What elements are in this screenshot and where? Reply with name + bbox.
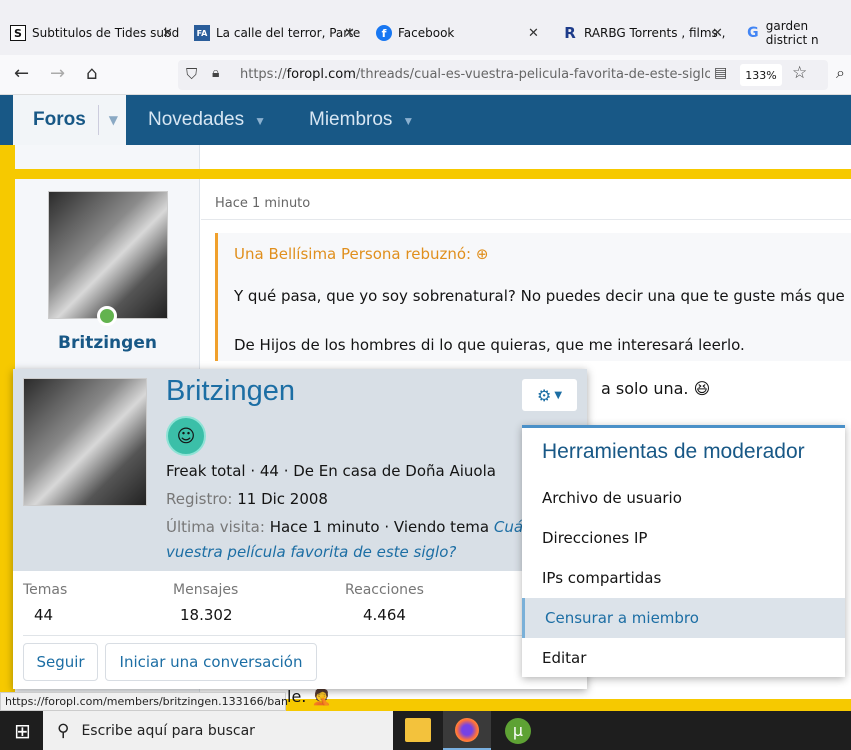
rank-badge-icon: ☺ xyxy=(166,416,206,456)
forum-nav: Foros ▼ Novedades ▼ Miembros ▼ xyxy=(0,95,851,145)
search-icon: ⚲ xyxy=(57,720,70,741)
nav-novedades[interactable]: Novedades ▼ xyxy=(148,109,266,131)
nav-label: Miembros xyxy=(309,109,393,130)
stat-value[interactable]: 18.302 xyxy=(180,606,233,624)
close-icon[interactable]: ✕ xyxy=(344,26,355,41)
member-registro: Registro: 11 Dic 2008 xyxy=(166,490,328,508)
laughing-emoji-icon: 😆 xyxy=(693,379,711,398)
close-icon[interactable]: ✕ xyxy=(712,26,723,41)
facebook-icon: f xyxy=(376,25,392,41)
subtitulos-icon: S xyxy=(10,25,26,41)
chevron-down-icon[interactable]: ▼ xyxy=(109,113,118,127)
shield-icon[interactable]: ⛉ xyxy=(186,65,197,83)
menu-item-censurar[interactable]: Censurar a miembro xyxy=(522,598,845,638)
caret-down-icon: ▼ xyxy=(554,389,563,401)
member-name[interactable]: Britzingen xyxy=(166,375,295,408)
lock-icon[interactable]: 🔒︎ xyxy=(212,65,219,81)
tab-calle-terror[interactable]: FA La calle del terror, Parte ✕ xyxy=(194,20,360,46)
post-time[interactable]: Hace 1 minuto xyxy=(215,196,310,211)
home-icon[interactable]: ⌂ xyxy=(86,63,97,84)
browser-toolbar: ← → ⌂ ⛉ 🔒︎ https://foropl.com/threads/cu… xyxy=(0,55,851,95)
thread-link[interactable]: vuestra película favorita de este siglo? xyxy=(166,543,456,561)
firefox-icon xyxy=(455,718,479,742)
menu-title: Herramientas de moderador xyxy=(542,440,805,463)
moderator-tools-menu: Herramientas de moderador Archivo de usu… xyxy=(522,425,845,677)
menu-item-ips-compartidas[interactable]: IPs compartidas xyxy=(522,558,845,598)
taskbar-search[interactable]: ⚲ Escribe aquí para buscar xyxy=(43,711,393,750)
file-explorer-icon[interactable] xyxy=(405,718,431,742)
status-bar-url: https://foropl.com/members/britzingen.13… xyxy=(0,692,288,711)
rarbg-icon: R xyxy=(564,24,576,42)
nav-label: Foros xyxy=(33,109,86,130)
firefox-taskbar-button[interactable] xyxy=(443,711,491,750)
post-text: le. 🤦 xyxy=(287,687,332,706)
tooltip-avatar[interactable] xyxy=(23,378,147,506)
windows-start-icon[interactable]: ⊞ xyxy=(14,719,31,743)
url-text[interactable]: https://foropl.com/threads/cual-es-vuest… xyxy=(240,67,710,82)
tab-title: Subtitulos de Tides subd xyxy=(32,26,180,40)
quote-block: Una Bellísima Persona rebuznó: ⊕ Y qué p… xyxy=(215,233,851,361)
tab-title: garden district n xyxy=(765,19,819,47)
post-author[interactable]: Britzingen xyxy=(15,333,200,353)
menu-item-direcciones-ip[interactable]: Direcciones IP xyxy=(522,518,845,558)
close-icon[interactable]: ✕ xyxy=(162,26,173,41)
search-placeholder: Escribe aquí para buscar xyxy=(81,722,255,739)
forward-icon[interactable]: → xyxy=(50,63,65,84)
online-status-icon xyxy=(97,306,117,326)
member-tooltip: Britzingen ☺ Freak total · 44 · De En ca… xyxy=(13,369,587,689)
tab-rarbg[interactable]: R RARBG Torrents , films , ✕ xyxy=(562,20,725,46)
thread-link[interactable]: Cuá xyxy=(494,518,523,536)
bookmark-star-icon[interactable]: ☆ xyxy=(792,63,807,83)
stat-value[interactable]: 4.464 xyxy=(363,606,406,624)
chevron-down-icon[interactable]: ▼ xyxy=(254,114,266,128)
taskbar: ⊞ ⚲ Escribe aquí para buscar µ xyxy=(0,711,851,750)
start-conversation-button[interactable]: Iniciar una conversación xyxy=(105,643,317,681)
facepalm-emoji-icon: 🤦 xyxy=(311,687,332,706)
member-info: Freak total · 44 · De En casa de Doña Ai… xyxy=(166,462,496,480)
google-icon: G xyxy=(747,25,759,41)
avatar[interactable] xyxy=(48,191,168,319)
post-text: a solo una. 😆 xyxy=(601,379,711,398)
quote-line: De Hijos de los hombres di lo que quiera… xyxy=(234,336,745,354)
reader-view-icon[interactable]: ▤ xyxy=(714,65,727,81)
previous-post-end xyxy=(15,145,851,169)
member-tooltip-header: Britzingen ☺ Freak total · 44 · De En ca… xyxy=(13,369,587,571)
quote-line: Y qué pasa, que yo soy sobrenatural? No … xyxy=(234,287,845,305)
nav-foros[interactable]: Foros ▼ xyxy=(13,95,126,145)
quote-author[interactable]: Una Bellísima Persona rebuznó: ⊕ xyxy=(234,245,488,263)
tab-subtitulos[interactable]: S Subtitulos de Tides subd ✕ xyxy=(10,20,179,46)
utorrent-icon[interactable]: µ xyxy=(505,718,531,744)
nav-label: Novedades xyxy=(148,109,245,130)
tab-title: La calle del terror, Parte xyxy=(216,26,361,40)
back-icon[interactable]: ← xyxy=(14,63,29,84)
zoom-level[interactable]: 133% xyxy=(740,64,782,86)
gear-icon: ⚙ xyxy=(536,385,552,405)
stat-value[interactable]: 44 xyxy=(34,606,53,624)
tab-bar: S Subtitulos de Tides subd ✕ FA La calle de… xyxy=(0,0,851,55)
nav-miembros[interactable]: Miembros ▼ xyxy=(309,109,414,131)
menu-item-archivo-usuario[interactable]: Archivo de usuario xyxy=(522,478,845,518)
stat-label: Temas xyxy=(23,582,68,598)
close-icon[interactable]: ✕ xyxy=(528,26,539,41)
search-icon[interactable]: ⌕ xyxy=(836,63,845,83)
chevron-down-icon[interactable]: ▼ xyxy=(402,114,414,128)
filmaffinity-icon: FA xyxy=(194,25,210,41)
member-last-visit: Última visita: Hace 1 minuto · Viendo te… xyxy=(166,518,524,536)
menu-item-editar[interactable]: Editar xyxy=(522,638,845,678)
stat-label: Reacciones xyxy=(345,582,424,598)
stat-label: Mensajes xyxy=(173,582,239,598)
tab-facebook[interactable]: f Facebook ✕ xyxy=(376,20,539,46)
address-bar[interactable]: ⛉ 🔒︎ https://foropl.com/threads/cual-es-… xyxy=(178,60,828,90)
follow-button[interactable]: Seguir xyxy=(23,643,98,681)
tab-title: Facebook xyxy=(398,26,455,40)
tab-google[interactable]: Ggarden district n xyxy=(746,19,851,47)
tab-title: RARBG Torrents , films , xyxy=(584,26,726,40)
moderator-tools-button[interactable]: ⚙ ▼ xyxy=(522,379,577,411)
arrow-up-circle-icon[interactable]: ⊕ xyxy=(476,245,489,263)
